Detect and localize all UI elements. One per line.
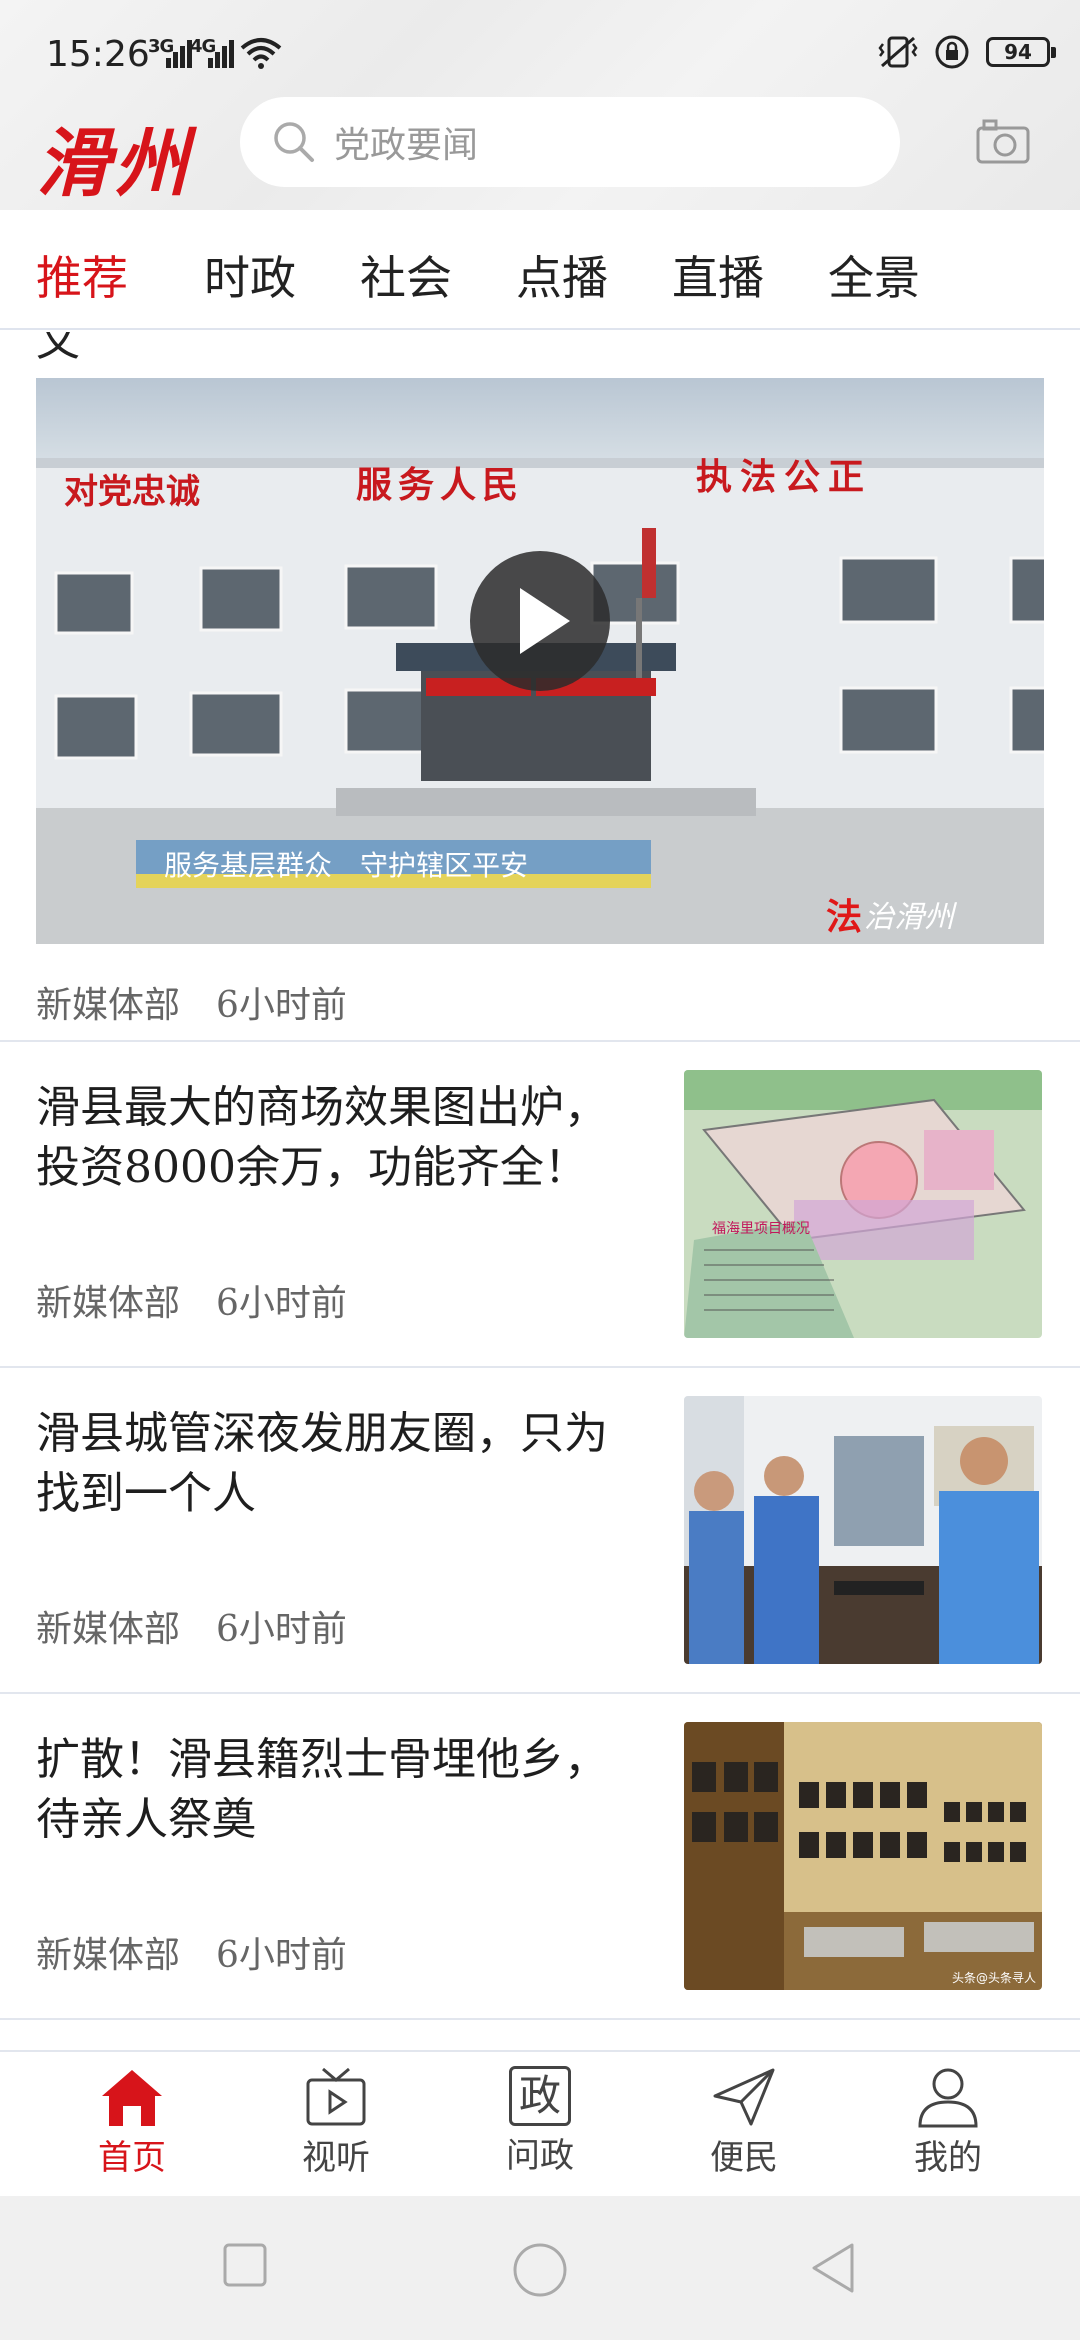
article-time: 6小时前 — [216, 1935, 347, 1976]
home-icon — [102, 2070, 162, 2126]
search-placeholder: 党政要闻 — [334, 125, 479, 166]
watermark-rest: 治滑州 — [864, 900, 954, 935]
article-title: 滑县城管深夜发朋友圈，只为找到一个人 — [36, 1408, 608, 1519]
tab-society[interactable]: 社会 — [360, 242, 452, 308]
divider — [0, 2018, 1080, 2020]
video-caption: 服务基层群众 守护辖区平安 — [164, 849, 529, 882]
thumb-watermark: 头条@头条寻人 — [951, 1971, 1036, 1985]
top-header: 15:26 3G 4G 94 滑州 党政要闻 — [0, 0, 1080, 210]
article-title: 扩散！滑县籍烈士骨埋他乡，待亲人祭奠 — [36, 1734, 608, 1845]
status-time: 15:26 — [46, 34, 150, 75]
banner-text-1: 对党忠诚 — [64, 472, 200, 512]
article-thumbnail: 福海里项目概况 — [684, 1070, 1042, 1338]
wifi-icon — [240, 38, 282, 69]
nav-home-label: 首页 — [98, 2138, 166, 2178]
article-meta: 新媒体部 6小时前 — [36, 1600, 347, 1652]
system-navigation-bar — [0, 2196, 1080, 2340]
article-meta: 新媒体部 6小时前 — [36, 1274, 347, 1326]
video-meta: 新媒体部 6小时前 — [36, 976, 347, 1028]
video-thumbnail[interactable]: 对党忠诚 服务人民 执法公正 服务基层群众 守护辖区平安 法 治滑州 — [36, 378, 1044, 944]
article-title: 滑县最大的商场效果图出炉，投资8000余万，功能齐全！ — [36, 1082, 608, 1193]
send-icon — [713, 2068, 775, 2126]
nav-services-label: 便民 — [710, 2138, 778, 2178]
nav-profile[interactable]: 我的 — [878, 2066, 1018, 2196]
nav-inquiry[interactable]: 政 问政 — [470, 2066, 610, 2196]
recents-icon[interactable] — [222, 2242, 268, 2288]
battery-indicator: 94 — [986, 37, 1056, 67]
video-source: 新媒体部 — [36, 985, 181, 1026]
tab-recommend[interactable]: 推荐 — [36, 242, 128, 308]
thumb-text: 福海里项目概况 — [712, 1221, 810, 1237]
tab-politics[interactable]: 时政 — [204, 242, 296, 308]
search-bar[interactable]: 党政要闻 — [240, 97, 900, 187]
zheng-icon-glyph: 政 — [518, 2071, 561, 2120]
article-source: 新媒体部 — [36, 1283, 181, 1324]
banner-text-2: 服务人民 — [356, 464, 525, 506]
watermark-fa: 法 — [826, 896, 863, 938]
nav-media[interactable]: 视听 — [266, 2066, 406, 2196]
back-icon[interactable] — [810, 2242, 856, 2294]
tab-panorama[interactable]: 全景 — [828, 242, 920, 308]
bottom-navigation: 首页 视听 政 问政 便民 我的 — [0, 2050, 1080, 2196]
search-icon — [274, 122, 314, 162]
home-circle-icon[interactable] — [512, 2242, 568, 2298]
article-item[interactable]: 扩散！滑县籍烈士骨埋他乡，待亲人祭奠 新媒体部 6小时前 头条@头条寻人 — [0, 1694, 1080, 2020]
video-time: 6小时前 — [216, 985, 347, 1026]
tab-on-demand[interactable]: 点播 — [516, 242, 608, 308]
tv-icon — [306, 2067, 366, 2126]
nav-home[interactable]: 首页 — [62, 2066, 202, 2196]
camera-icon[interactable] — [976, 118, 1030, 164]
zheng-icon: 政 — [509, 2066, 571, 2126]
article-meta: 新媒体部 6小时前 — [36, 1926, 347, 1978]
app-logo: 滑州 — [36, 121, 192, 207]
signal-icon — [152, 38, 192, 68]
news-feed[interactable]: 文 对党忠诚 服务人民 执法公正 服务基层群众 守护辖区平安 法 治滑州 新媒体… — [0, 332, 1080, 2050]
nav-inquiry-label: 问政 — [506, 2136, 574, 2176]
article-item[interactable]: 滑县城管深夜发朋友圈，只为找到一个人 新媒体部 6小时前 — [0, 1368, 1080, 1694]
nav-profile-label: 我的 — [914, 2138, 982, 2178]
article-thumbnail — [684, 1396, 1042, 1664]
article-thumbnail: 头条@头条寻人 — [684, 1722, 1042, 1990]
signal-icon-2 — [194, 38, 234, 68]
article-item[interactable]: 滑县最大的商场效果图出炉，投资8000余万，功能齐全！ 新媒体部 6小时前 福海里… — [0, 1042, 1080, 1368]
status-bar: 15:26 3G 4G 94 — [0, 0, 1080, 100]
clipped-title: 文 — [36, 332, 80, 366]
vibrate-icon — [878, 36, 918, 68]
rotation-lock-icon — [935, 35, 969, 69]
banner-text-3: 执法公正 — [696, 456, 873, 498]
nav-media-label: 视听 — [302, 2138, 370, 2178]
category-tabs: 推荐 时政 社会 点播 直播 全景 — [0, 210, 1080, 330]
user-icon — [918, 2068, 978, 2128]
tab-live[interactable]: 直播 — [672, 242, 764, 308]
article-time: 6小时前 — [216, 1283, 347, 1324]
article-time: 6小时前 — [216, 1609, 347, 1650]
article-source: 新媒体部 — [36, 1935, 181, 1976]
nav-services[interactable]: 便民 — [674, 2066, 814, 2196]
article-source: 新媒体部 — [36, 1609, 181, 1650]
